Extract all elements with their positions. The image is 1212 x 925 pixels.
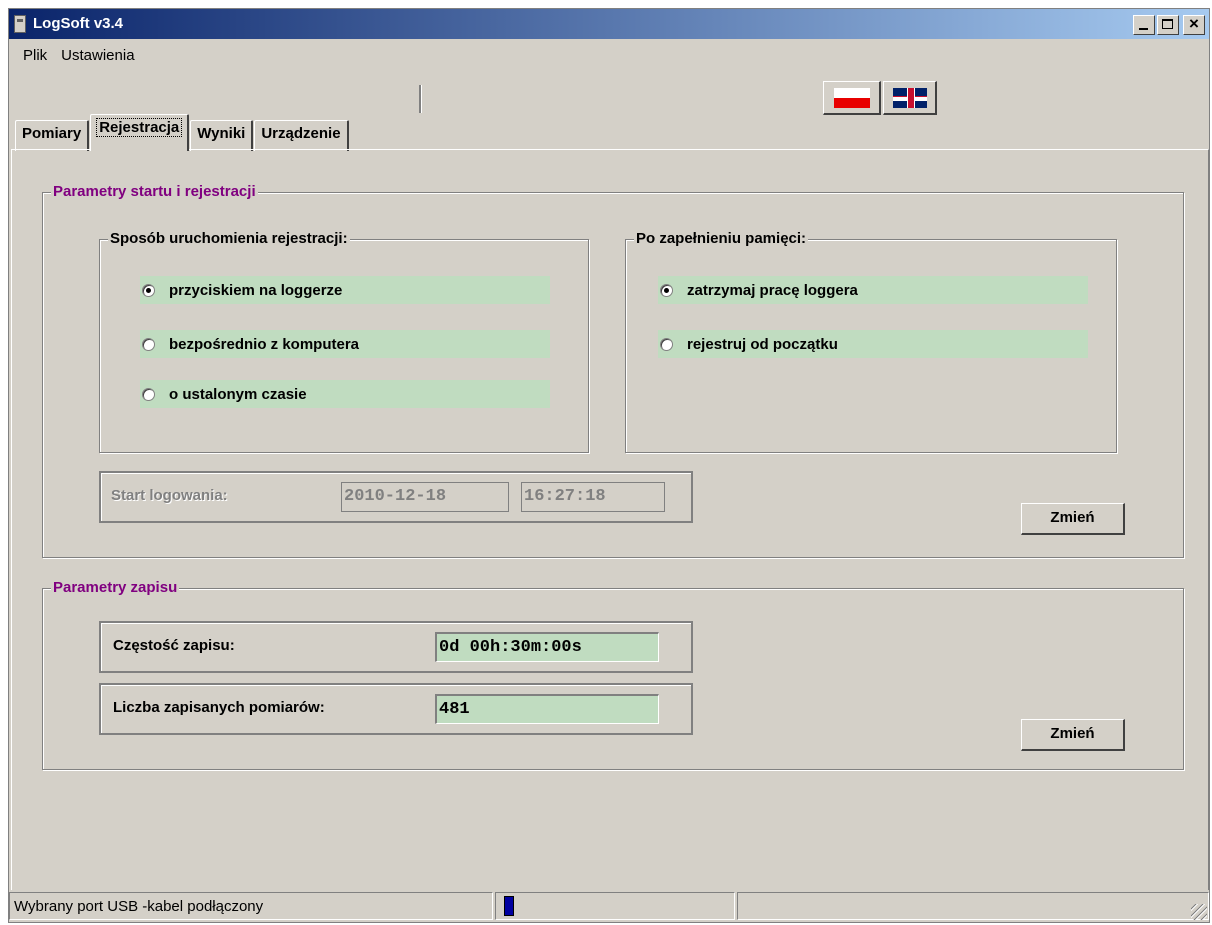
start-date-field[interactable]: 2010-12-18	[341, 482, 509, 512]
radio-label: o ustalonym czasie	[169, 385, 307, 403]
group-memory-full: Po zapełnieniu pamięci: zatrzymaj pracę …	[625, 230, 1117, 453]
menu-bar: Plik Ustawienia	[9, 45, 137, 69]
group-start-mode: Sposób uruchomienia rejestracji: przycis…	[99, 230, 589, 453]
maximize-button[interactable]	[1157, 15, 1179, 35]
radio-label: przyciskiem na loggerze	[169, 281, 343, 299]
app-window: LogSoft v3.4 × Plik Ustawienia Pomiary R…	[8, 8, 1210, 923]
group-save-title: Parametry zapisu	[51, 579, 180, 596]
tab-label: Pomiary	[22, 125, 82, 142]
window-controls: ×	[1133, 14, 1205, 35]
radio-unchecked-icon	[142, 337, 155, 351]
radio-option-button-start[interactable]: przyciskiem na loggerze	[140, 276, 550, 304]
english-language-button[interactable]	[883, 81, 937, 115]
group-start-title: Parametry startu i rejestracji	[51, 183, 258, 200]
window-title: LogSoft v3.4	[33, 15, 124, 32]
tab-label: Wyniki	[197, 125, 246, 142]
minimize-icon	[1139, 28, 1148, 30]
close-icon: ×	[1189, 14, 1199, 33]
menu-ustawienia[interactable]: Ustawienia	[59, 45, 136, 69]
radio-option-timed-start[interactable]: o ustalonym czasie	[140, 380, 550, 408]
tab-strip: Pomiary Rejestracja Wyniki Urządzenie	[15, 114, 350, 151]
app-icon[interactable]	[14, 15, 26, 33]
start-time-panel: Start logowania: 2010-12-18 16:27:18	[99, 471, 693, 523]
tab-pomiary[interactable]: Pomiary	[15, 120, 90, 151]
count-panel: Liczba zapisanych pomiarów: 481	[99, 683, 693, 735]
tab-urzadzenie[interactable]: Urządzenie	[254, 120, 349, 151]
tab-label: Urządzenie	[261, 125, 341, 142]
count-label: Liczba zapisanych pomiarów:	[113, 699, 325, 716]
group-start-params: Parametry startu i rejestracji Sposób ur…	[42, 183, 1184, 558]
start-time-label: Start logowania:	[111, 487, 228, 504]
group-save-params: Parametry zapisu Częstość zapisu: 0d 00h…	[42, 579, 1184, 770]
maximize-icon	[1162, 19, 1173, 29]
frequency-label: Częstość zapisu:	[113, 637, 235, 654]
radio-label: bezpośrednio z komputera	[169, 335, 360, 353]
tab-wyniki[interactable]: Wyniki	[190, 120, 254, 151]
tab-panel-rejestracja: Parametry startu i rejestracji Sposób ur…	[11, 149, 1209, 890]
toolbar-separator	[419, 85, 422, 113]
radio-unchecked-icon	[660, 337, 673, 351]
tab-label: Rejestracja	[96, 118, 183, 137]
status-bar: Wybrany port USB -kabel podłączony	[9, 892, 1209, 922]
radio-checked-icon	[660, 283, 673, 297]
title-bar[interactable]: LogSoft v3.4 ×	[9, 9, 1209, 39]
uk-flag-icon	[892, 87, 927, 108]
start-time-field[interactable]: 16:27:18	[521, 482, 665, 512]
radio-checked-icon	[142, 283, 155, 297]
change-start-params-button[interactable]: Zmień	[1021, 503, 1125, 535]
resize-grip-icon[interactable]	[1191, 904, 1207, 920]
status-text: Wybrany port USB -kabel podłączony	[9, 892, 493, 920]
radio-label: rejestruj od początku	[687, 335, 838, 353]
polish-flag-icon	[833, 87, 870, 108]
count-field: 481	[435, 694, 659, 724]
start-mode-title: Sposób uruchomienia rejestracji:	[108, 230, 350, 247]
radio-option-overwrite[interactable]: rejestruj od początku	[658, 330, 1088, 358]
polish-language-button[interactable]	[823, 81, 881, 115]
tab-rejestracja[interactable]: Rejestracja	[90, 114, 190, 151]
radio-label: zatrzymaj pracę loggera	[687, 281, 858, 299]
language-buttons	[823, 81, 937, 115]
menu-plik[interactable]: Plik	[21, 45, 49, 69]
connection-indicator-icon	[504, 896, 514, 916]
frequency-panel: Częstość zapisu: 0d 00h:30m:00s	[99, 621, 693, 673]
status-empty-panel	[737, 892, 1209, 920]
close-button[interactable]: ×	[1183, 14, 1205, 35]
status-connection-panel	[495, 892, 735, 920]
frequency-field[interactable]: 0d 00h:30m:00s	[435, 632, 659, 662]
change-save-params-button[interactable]: Zmień	[1021, 719, 1125, 751]
radio-option-computer-start[interactable]: bezpośrednio z komputera	[140, 330, 550, 358]
radio-option-stop-logger[interactable]: zatrzymaj pracę loggera	[658, 276, 1088, 304]
radio-unchecked-icon	[142, 387, 155, 401]
memory-full-title: Po zapełnieniu pamięci:	[634, 230, 809, 247]
minimize-button[interactable]	[1133, 15, 1155, 35]
